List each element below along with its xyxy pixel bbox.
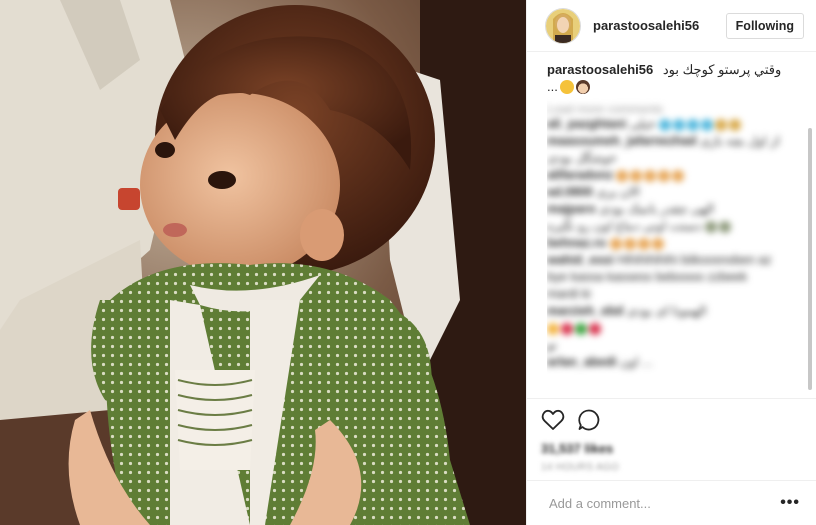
comment-text: تو xyxy=(547,338,557,352)
comment-item: mardi ki xyxy=(547,286,796,303)
child-photo-illustration xyxy=(0,0,526,525)
emoji-icon xyxy=(719,220,732,233)
comment-item: تو xyxy=(547,337,796,354)
emoji-icon xyxy=(687,118,700,131)
emoji-icon xyxy=(658,169,671,182)
heart-icon[interactable] xyxy=(541,409,565,436)
emoji-icon xyxy=(630,169,643,182)
comment-text: Hihihihihihi biikoosnoben az xyxy=(617,253,772,267)
post-header: parastoosalehi56 Following xyxy=(527,0,816,52)
caption-ellipsis: ... xyxy=(547,79,558,94)
caption: parastoosalehi56 وقتي پرستو كوچك بود xyxy=(547,62,796,78)
emoji-icon xyxy=(659,118,672,131)
emoji-icon xyxy=(673,118,686,131)
comments-scrollbar[interactable] xyxy=(808,128,812,390)
emoji-icon xyxy=(651,237,664,250)
comment-text: خیلی xyxy=(629,117,656,131)
comment-username[interactable]: majparo xyxy=(547,202,596,216)
emoji-icon xyxy=(561,322,573,335)
caption-username[interactable]: parastoosalehi56 xyxy=(547,62,653,77)
blurred-comments: Load more comments ali_pazghtani خیلی ma… xyxy=(547,102,796,371)
emoji-icon xyxy=(701,118,714,131)
emoji-icon xyxy=(644,169,657,182)
comment-text: bye kassa kassess beboooo zzbeek xyxy=(547,270,748,284)
comment-item: majparo الهی چقدر بانمک بودی xyxy=(547,201,796,218)
girl-emoji-icon xyxy=(575,79,590,94)
caption-row-2: ... xyxy=(547,79,796,94)
comment-username[interactable]: behnaz.ro xyxy=(547,236,606,250)
comment-username[interactable]: maasoumeh_jafarnezhad xyxy=(547,134,696,148)
comment-item: maasoumeh_jafarnezhad از اول بچه بازی xyxy=(547,133,796,150)
comment-item: alifaradonz xyxy=(547,167,796,184)
caption-text: وقتي پرستو كوچك بود xyxy=(662,62,782,77)
smile-emoji-icon xyxy=(559,79,574,94)
emoji-icon xyxy=(616,169,629,182)
emoji-icon xyxy=(547,322,559,335)
emoji-icon xyxy=(637,237,650,250)
post-timestamp: 14 HOURS AGO xyxy=(541,462,620,473)
emoji-icon xyxy=(672,169,685,182)
emoji-icon xyxy=(623,237,636,250)
more-options-icon[interactable]: ••• xyxy=(780,494,800,512)
add-comment-input[interactable] xyxy=(547,494,781,512)
comment-username[interactable]: ad.0800 xyxy=(547,185,593,199)
comment-icon[interactable] xyxy=(577,408,601,437)
comment-text: اون ... xyxy=(619,355,653,369)
comment-item: bye kassa kassess beboooo zzbeek xyxy=(547,269,796,286)
comment-text: الهمونا ای بودی xyxy=(626,304,707,318)
following-button[interactable]: Following xyxy=(725,12,804,39)
add-comment-bar: ••• xyxy=(527,480,816,525)
comment-username[interactable]: marzieh_ebd xyxy=(547,304,623,318)
likes-count[interactable]: 31,537 likes xyxy=(541,441,800,456)
comment-item: دستت اونی دماغ اون رو نگیره xyxy=(547,218,796,235)
emoji-icon xyxy=(729,118,742,131)
comment-item: marzieh_ebd الهمونا ای بودی xyxy=(547,303,796,320)
comment-text: mardi ki xyxy=(547,287,591,301)
emoji-icon xyxy=(589,322,601,335)
instagram-post: parastoosalehi56 Following parastoosaleh… xyxy=(0,0,816,525)
comment-list: ali_pazghtani خیلی maasoumeh_jafarnezhad… xyxy=(547,116,796,371)
comment-item: behnaz.ro xyxy=(547,235,796,252)
comment-item: ad.0800 الان پری xyxy=(547,184,796,201)
emoji-icon xyxy=(575,322,587,335)
comment-item: ali_pazghtani خیلی xyxy=(547,116,796,133)
comment-item xyxy=(547,320,796,337)
comments-section[interactable]: parastoosalehi56 وقتي پرستو كوچك بود ...… xyxy=(547,62,796,394)
action-icons xyxy=(541,407,800,437)
post-side-panel: parastoosalehi56 Following parastoosaleh… xyxy=(526,0,816,525)
load-more-comments-link[interactable]: Load more comments xyxy=(547,102,796,116)
post-photo[interactable] xyxy=(0,0,526,525)
header-username[interactable]: parastoosalehi56 xyxy=(593,18,726,33)
comment-text: الان پری xyxy=(596,185,640,199)
comment-username[interactable]: alifaradonz xyxy=(547,168,613,182)
comment-item: arlan_abedi اون ... xyxy=(547,354,796,371)
comment-text: از اول بچه بازی xyxy=(699,134,780,148)
comment-text: الهی چقدر بانمک بودی xyxy=(599,202,715,216)
emoji-icon xyxy=(705,220,718,233)
comment-item: خوشگل بودی xyxy=(547,150,796,167)
comment-text: خوشگل بودی xyxy=(547,151,617,165)
comment-text: دستت اونی دماغ اون رو نگیره xyxy=(547,219,702,233)
avatar[interactable] xyxy=(545,7,581,44)
comment-username[interactable]: wahid_essi xyxy=(547,253,614,267)
emoji-icon xyxy=(715,118,728,131)
comment-item: wahid_essi Hihihihihihi biikoosnoben az xyxy=(547,252,796,269)
comment-username[interactable]: arlan_abedi xyxy=(547,355,616,369)
comment-username[interactable]: ali_pazghtani xyxy=(547,117,626,131)
post-actions: 31,537 likes 14 HOURS AGO xyxy=(527,398,816,473)
avatar-image xyxy=(546,8,580,43)
emoji-icon xyxy=(609,237,622,250)
